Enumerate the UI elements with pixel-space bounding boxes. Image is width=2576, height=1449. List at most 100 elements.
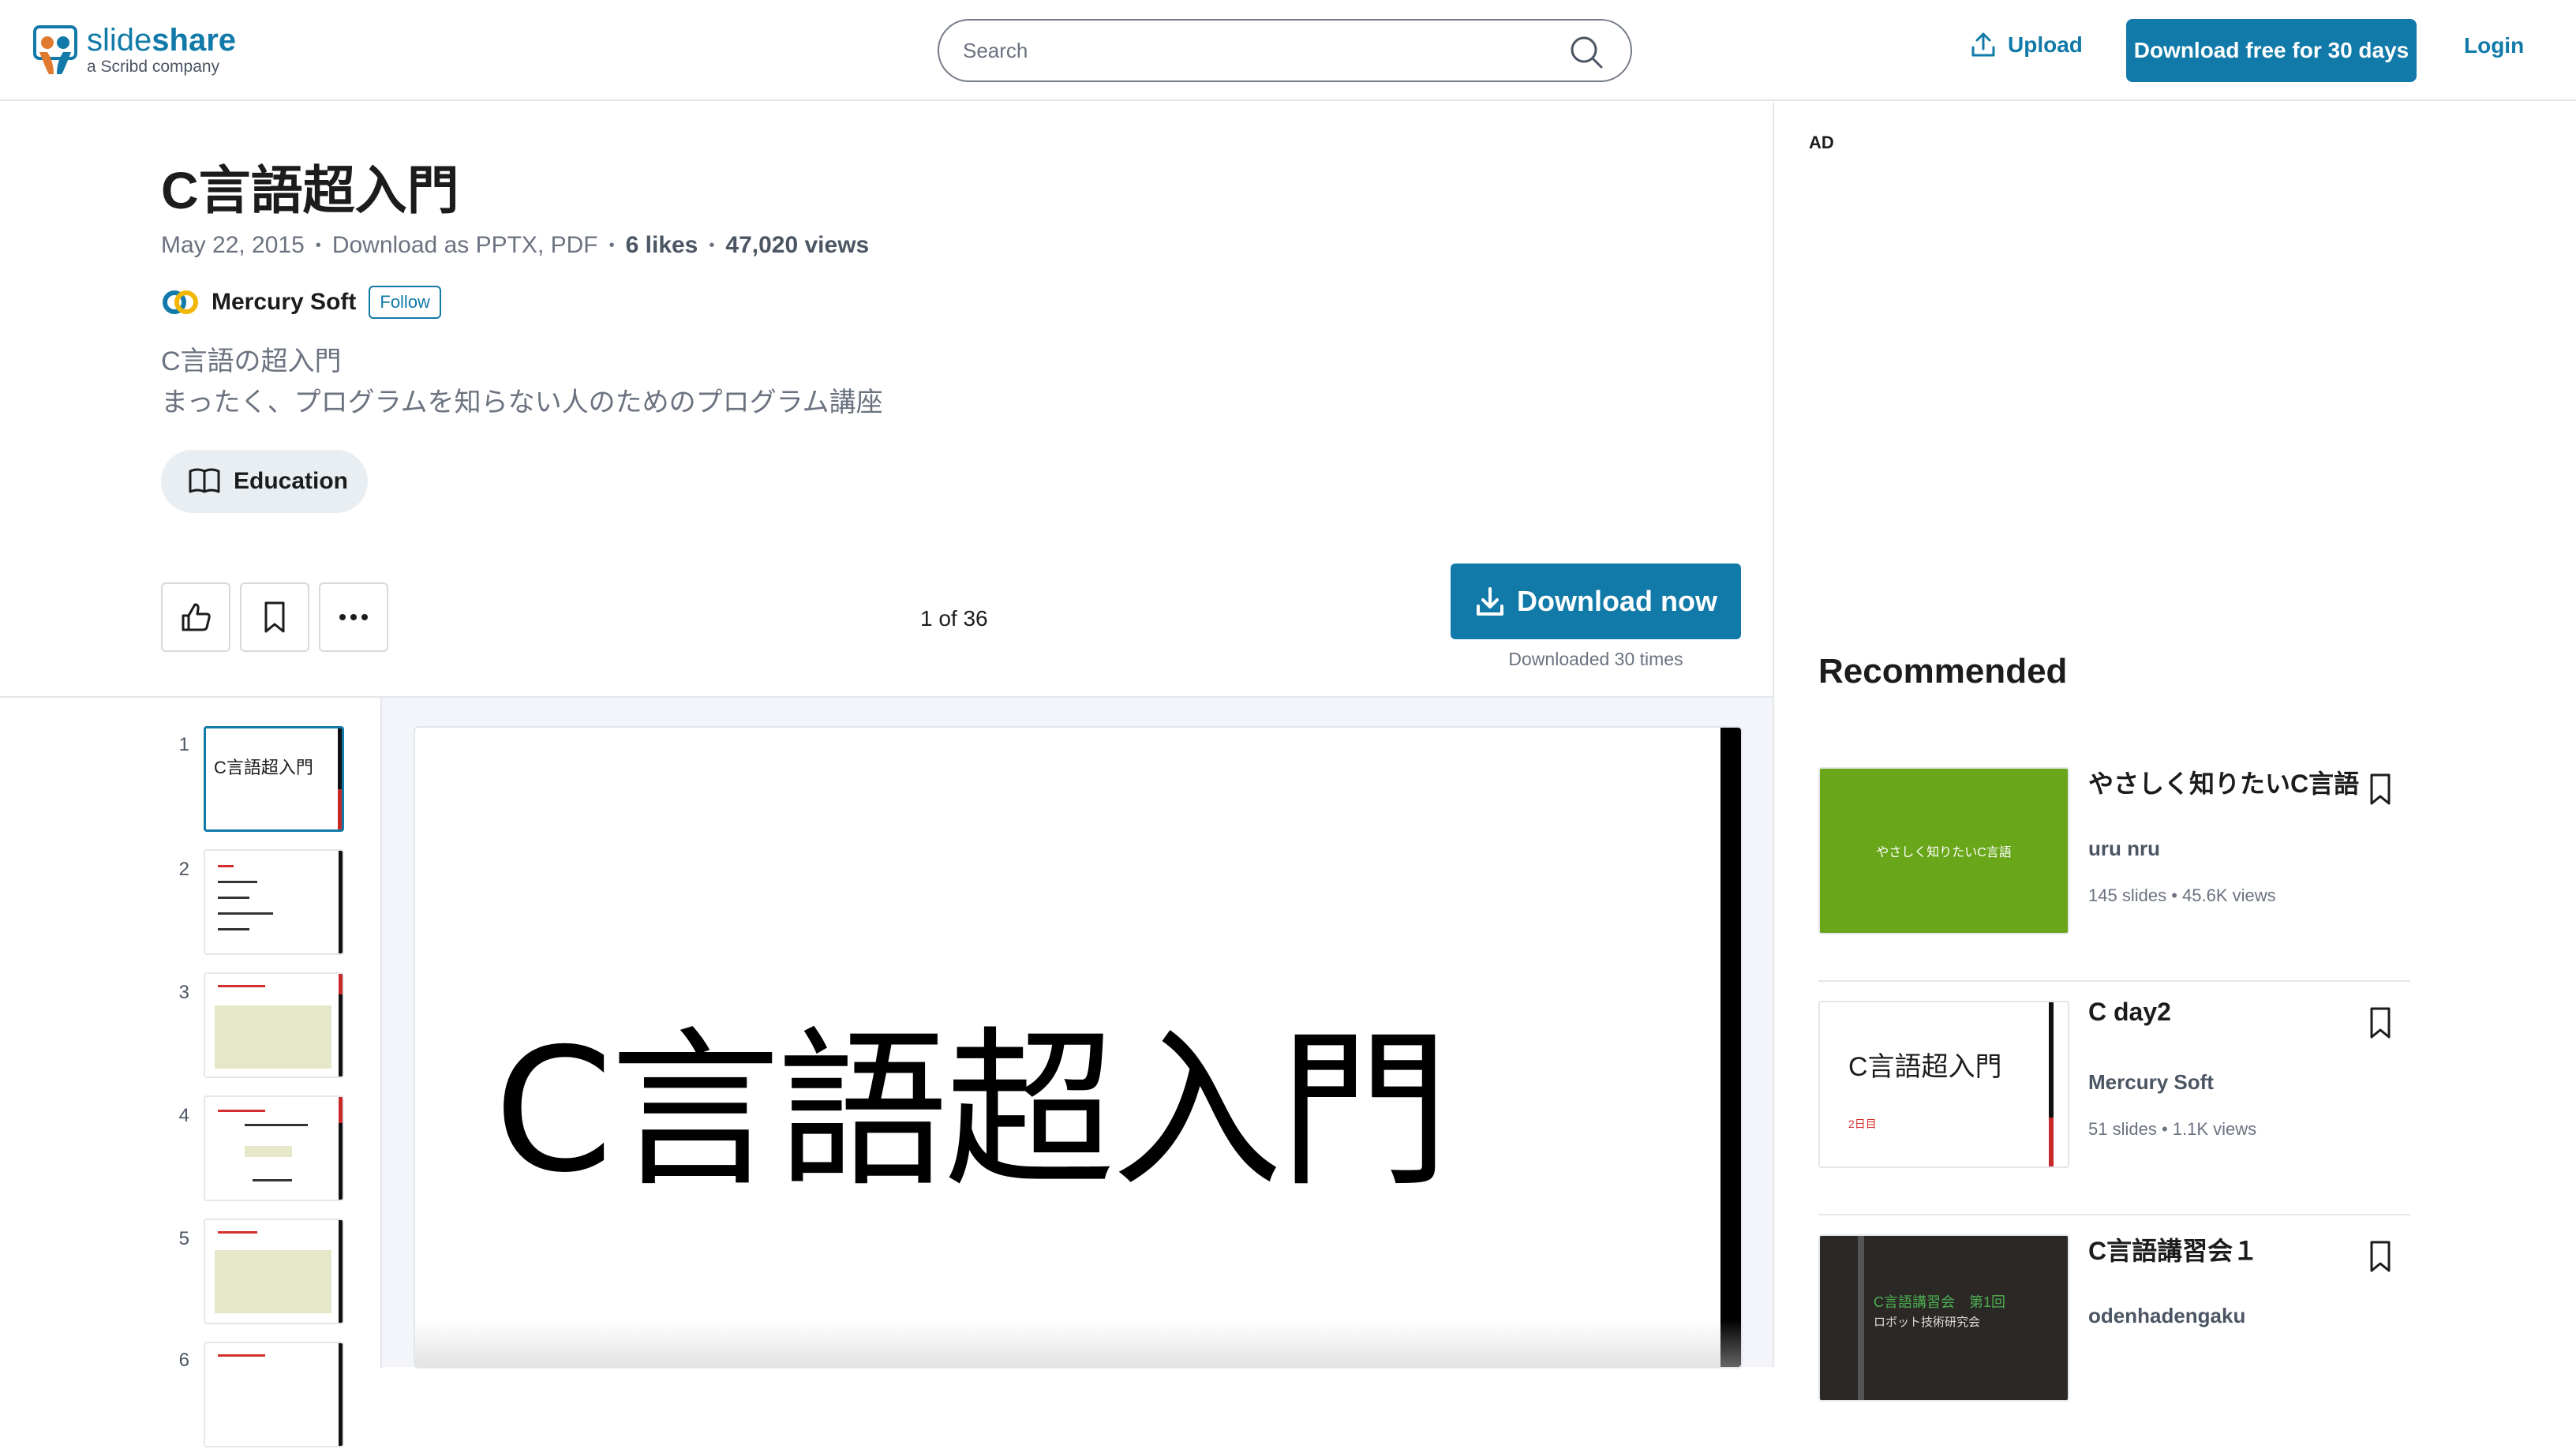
upload-button[interactable]: Upload: [1970, 32, 2083, 58]
download-formats: Download as PPTX, PDF: [331, 232, 598, 258]
view-count: 45.6K views: [2182, 886, 2276, 905]
follow-button[interactable]: Follow: [369, 286, 441, 319]
book-icon: [189, 468, 220, 493]
thumbnail-slide-2[interactable]: [204, 849, 344, 955]
thumbnail-heading-mark: [218, 1110, 265, 1112]
thumbnail-slide-5[interactable]: [204, 1219, 344, 1324]
bookmark-icon[interactable]: [2366, 1239, 2394, 1274]
category-label: Education: [234, 468, 349, 494]
thumbnail-title: C言語超入門: [1848, 1052, 2002, 1082]
recommended-item[interactable]: C言語講習会 第1回 ロボット技術研究会 C言語講習会１ odenhadenga…: [1818, 1215, 2410, 1449]
thumbnail-text-line: [245, 1124, 308, 1126]
recommended-title[interactable]: C day2: [2088, 998, 2171, 1027]
thumbnail-number: 6: [178, 1350, 189, 1371]
like-button[interactable]: [161, 582, 230, 652]
likes-count: 6 likes: [625, 232, 698, 258]
recommended-thumbnail[interactable]: C言語講習会 第1回 ロボット技術研究会: [1818, 1234, 2069, 1402]
slideshare-logo-icon: [33, 25, 79, 76]
thumbnail-text-line: [218, 897, 249, 899]
main-slide[interactable]: C言語超入門: [414, 726, 1743, 1368]
thumbnail-text-line: [218, 928, 249, 930]
thumbnail-title: やさしく知りたいC言語: [1876, 846, 2012, 859]
recommended-title[interactable]: C言語講習会１: [2088, 1231, 2258, 1267]
search-box[interactable]: [938, 19, 1632, 82]
page-counter: 1 of 36: [920, 606, 988, 631]
slide-edge: [1720, 728, 1741, 1367]
thumbnail-rail[interactable]: 1 C言語超入門 2 3 4 5 6: [0, 698, 382, 1447]
thumbnail-heading-mark: [218, 985, 265, 987]
upload-label: Upload: [2008, 32, 2083, 57]
recommended-author[interactable]: Mercury Soft: [2088, 1070, 2214, 1095]
slide-shadow: [415, 1320, 1741, 1367]
thumbnail-number: 3: [178, 982, 189, 1003]
slide-viewer: 1 C言語超入門 2 3 4 5 6 C言語超入門: [0, 696, 1773, 1447]
thumbnail-slide-4[interactable]: [204, 1095, 344, 1201]
download-count: Downloaded 30 times: [1508, 649, 1683, 669]
document-meta: May 22, 2015 • Download as PPTX, PDF • 6…: [161, 232, 869, 259]
slideshare-logo[interactable]: slideshare a Scribd company: [33, 24, 236, 77]
recommended-title[interactable]: やさしく知りたいC言語: [2088, 764, 2359, 800]
views-count: 47,020 views: [725, 232, 870, 258]
recommended-author[interactable]: uru nru: [2088, 837, 2160, 861]
recommended-thumbnail[interactable]: C言語超入門 2日目: [1818, 1001, 2069, 1168]
thumbs-up-icon: [182, 603, 211, 631]
category-tag[interactable]: Education: [161, 450, 368, 513]
recommended-item[interactable]: C言語超入門 2日目 C day2 Mercury Soft 51 slides…: [1818, 982, 2410, 1215]
logo-tagline: a Scribd company: [87, 58, 220, 76]
author-name[interactable]: Mercury Soft: [212, 289, 356, 316]
slide-edge: [339, 1220, 343, 1323]
more-icon: [339, 614, 368, 620]
view-count: 1.1K views: [2172, 1119, 2257, 1139]
thumbnail-text-line: [218, 912, 273, 915]
column-divider: [1773, 103, 1774, 1367]
bookmark-icon: [264, 601, 285, 633]
separator-dot: •: [2171, 886, 2183, 905]
upload-date: May 22, 2015: [161, 232, 305, 258]
slide-edge-accent: [339, 974, 343, 994]
slide-edge: [339, 1343, 343, 1446]
author-avatar-icon[interactable]: [161, 289, 200, 316]
slide-count: 51 slides: [2088, 1119, 2157, 1139]
thumbnail-heading-mark: [218, 1231, 257, 1234]
slide-edge: [339, 851, 343, 953]
slide-edge-accent: [339, 1097, 343, 1123]
recommended-stats: 51 slides • 1.1K views: [2088, 1119, 2256, 1140]
recommended-author[interactable]: odenhadengaku: [2088, 1304, 2245, 1328]
thumbnail-number: 4: [178, 1105, 189, 1126]
recommended-item[interactable]: やさしく知りたいC言語 やさしく知りたいC言語 uru nru 145 slid…: [1818, 748, 2410, 982]
recommended-stats: 145 slides • 45.6K views: [2088, 886, 2276, 906]
recommended-heading: Recommended: [1818, 652, 2068, 691]
search-input[interactable]: [963, 35, 1563, 66]
thumbnail-number: 1: [178, 734, 189, 755]
slide-edge-accent: [338, 788, 342, 829]
thumbnail-slide-6[interactable]: [204, 1342, 344, 1447]
download-now-button[interactable]: Download now: [1451, 564, 1741, 639]
thumbnail-number: 2: [178, 859, 189, 880]
bookmark-icon[interactable]: [2366, 772, 2394, 807]
download-icon: [1477, 587, 1504, 616]
top-bar: slideshare a Scribd company Upload Downl…: [0, 0, 2576, 101]
separator-dot: •: [709, 236, 715, 254]
thumbnail-content-box: [215, 1005, 331, 1069]
separator-dot: •: [315, 236, 321, 254]
thumbnail-slide-3[interactable]: [204, 972, 344, 1078]
thumbnail-content-box: [245, 1146, 292, 1157]
separator-dot: •: [2161, 1119, 2173, 1139]
download-free-trial-button[interactable]: Download free for 30 days: [2126, 19, 2417, 82]
bookmark-icon[interactable]: [2366, 1005, 2394, 1040]
recommended-thumbnail[interactable]: やさしく知りたいC言語: [1818, 767, 2069, 934]
search-icon[interactable]: [1569, 35, 1604, 69]
thumbnail-slide-1[interactable]: C言語超入門: [204, 726, 344, 832]
thumbnail-stripe: [1858, 1236, 1864, 1400]
upload-icon: [1971, 32, 1995, 57]
document-description: C言語の超入門 まったく、プログラムを知らない人のためのプログラム講座: [161, 341, 883, 423]
slide-title: C言語超入門: [494, 1012, 1450, 1210]
document-title: C言語超入門: [161, 161, 459, 219]
download-now-label: Download now: [1517, 585, 1717, 617]
login-link[interactable]: Login: [2464, 33, 2524, 58]
more-options-button[interactable]: [319, 582, 388, 652]
slide-edge-accent: [2049, 1117, 2054, 1166]
thumbnail-subtitle: 2日目: [1848, 1118, 1877, 1130]
save-button[interactable]: [240, 582, 309, 652]
thumbnail-heading-mark: [218, 1354, 265, 1357]
